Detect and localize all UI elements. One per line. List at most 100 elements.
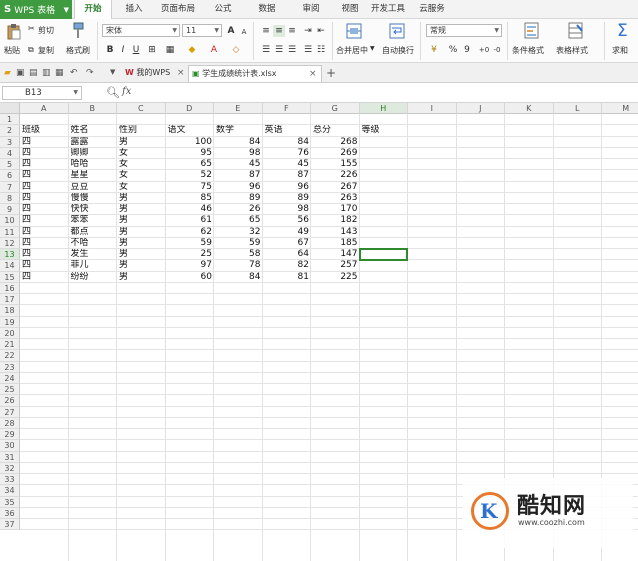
menu-tab-0[interactable]: 开始 <box>74 0 112 20</box>
cell[interactable]: 45 <box>263 159 312 170</box>
cell[interactable]: 男 <box>117 204 166 215</box>
row-header[interactable]: 29 <box>0 429 20 441</box>
cell[interactable]: 257 <box>311 260 360 271</box>
column-header[interactable]: A <box>20 103 69 114</box>
cell[interactable]: 总分 <box>311 125 360 136</box>
row-header[interactable]: 9 <box>0 204 20 216</box>
cell[interactable]: 100 <box>166 137 215 148</box>
indent-icon[interactable]: ⇥ <box>302 25 314 37</box>
cell[interactable]: 85 <box>166 193 215 204</box>
cell[interactable]: 四 <box>20 204 69 215</box>
cell[interactable]: 84 <box>214 137 263 148</box>
cell[interactable]: 性别 <box>117 125 166 136</box>
cell[interactable]: 菲儿 <box>69 260 118 271</box>
row-header[interactable]: 6 <box>0 170 20 182</box>
cell[interactable]: 263 <box>311 193 360 204</box>
cell[interactable]: 男 <box>117 227 166 238</box>
cell[interactable]: 英语 <box>263 125 312 136</box>
cell[interactable]: 98 <box>214 148 263 159</box>
row-header[interactable]: 21 <box>0 339 20 351</box>
cell[interactable]: 96 <box>263 182 312 193</box>
format-painter-button[interactable]: 格式刷 <box>66 45 90 56</box>
cell[interactable]: 32 <box>214 227 263 238</box>
outdent-icon[interactable]: ⇤ <box>315 25 327 37</box>
row-header[interactable]: 20 <box>0 327 20 339</box>
cell[interactable]: 笨笨 <box>69 215 118 226</box>
cell[interactable]: 49 <box>263 227 312 238</box>
cell[interactable]: 男 <box>117 272 166 283</box>
menu-tab-4[interactable]: 数据 <box>248 0 286 19</box>
menu-tab-7[interactable]: 开发工具 <box>366 0 410 19</box>
align-middle-icon[interactable]: ≡ <box>273 25 285 37</box>
cell[interactable]: 数学 <box>214 125 263 136</box>
row-header[interactable]: 15 <box>0 271 20 283</box>
cell[interactable]: 星星 <box>69 170 118 181</box>
sum-icon[interactable]: Σ <box>617 21 628 41</box>
tab-document[interactable]: ▣ 学生成绩统计表.xlsx × <box>188 65 322 82</box>
column-header[interactable]: M <box>602 103 638 114</box>
app-menu-button[interactable]: S WPS 表格 ▼ <box>0 0 72 19</box>
row-header[interactable]: 33 <box>0 474 20 486</box>
export-pdf-icon[interactable]: ▥ <box>42 68 51 78</box>
row-header[interactable]: 11 <box>0 226 20 238</box>
cell[interactable]: 26 <box>214 204 263 215</box>
paste-button[interactable]: 粘贴 <box>4 45 20 56</box>
thousands-button[interactable]: 9 <box>461 44 473 56</box>
format-painter-icon[interactable] <box>71 22 85 40</box>
row-header[interactable]: 34 <box>0 485 20 497</box>
row-header[interactable]: 17 <box>0 294 20 306</box>
menu-tab-8[interactable]: 云服务 <box>414 0 450 19</box>
cell[interactable]: 56 <box>263 215 312 226</box>
cell[interactable]: 52 <box>166 170 215 181</box>
cell[interactable]: 哈哈 <box>69 159 118 170</box>
row-header[interactable]: 37 <box>0 519 20 531</box>
name-box[interactable]: B13 ▼ <box>2 86 82 100</box>
cell[interactable]: 等级 <box>360 125 409 136</box>
cell[interactable]: 男 <box>117 238 166 249</box>
active-cell-outline[interactable] <box>358 248 408 262</box>
row-header[interactable]: 28 <box>0 417 20 429</box>
row-header[interactable]: 8 <box>0 192 20 204</box>
row-header[interactable]: 23 <box>0 361 20 373</box>
row-header[interactable]: 25 <box>0 384 20 396</box>
cell[interactable]: 班级 <box>20 125 69 136</box>
cell[interactable]: 男 <box>117 193 166 204</box>
cell[interactable]: 四 <box>20 193 69 204</box>
row-header[interactable]: 19 <box>0 316 20 328</box>
justify-icon[interactable]: ☰ <box>302 44 314 56</box>
italic-button[interactable]: I <box>117 44 129 56</box>
row-header[interactable]: 32 <box>0 462 20 474</box>
menu-tab-6[interactable]: 视图 <box>336 0 364 19</box>
cell[interactable]: 发生 <box>69 249 118 260</box>
cell[interactable]: 男 <box>117 249 166 260</box>
cell[interactable]: 268 <box>311 137 360 148</box>
print-preview-icon[interactable]: ▤ <box>29 68 38 78</box>
row-header[interactable]: 12 <box>0 237 20 249</box>
row-header[interactable]: 2 <box>0 125 20 137</box>
close-icon[interactable]: × <box>177 65 185 81</box>
cell[interactable]: 都点 <box>69 227 118 238</box>
menu-tab-5[interactable]: 审阅 <box>292 0 330 19</box>
row-header[interactable]: 7 <box>0 181 20 193</box>
cell[interactable]: 62 <box>166 227 215 238</box>
column-header[interactable]: D <box>165 103 214 114</box>
cell[interactable]: 67 <box>263 238 312 249</box>
chevron-down-icon[interactable]: ▼ <box>110 68 115 76</box>
row-header[interactable]: 16 <box>0 282 20 294</box>
cell[interactable]: 四 <box>20 159 69 170</box>
cell[interactable]: 97 <box>166 260 215 271</box>
merge-border-icon[interactable]: ▦ <box>164 44 176 56</box>
column-header[interactable]: C <box>117 103 166 114</box>
cell[interactable]: 女 <box>117 148 166 159</box>
row-header[interactable]: 13 <box>0 249 20 261</box>
function-icon[interactable]: fx <box>122 86 131 97</box>
cell[interactable]: 60 <box>166 272 215 283</box>
clear-format-icon[interactable]: ◇ <box>230 44 242 56</box>
cell[interactable]: 65 <box>166 159 215 170</box>
row-header[interactable]: 26 <box>0 395 20 407</box>
undo-icon[interactable]: ↶ <box>70 68 78 78</box>
cell[interactable]: 95 <box>166 148 215 159</box>
cell[interactable]: 四 <box>20 249 69 260</box>
save-icon[interactable]: ▣ <box>16 68 25 78</box>
align-right-icon[interactable]: ☰ <box>286 44 298 56</box>
